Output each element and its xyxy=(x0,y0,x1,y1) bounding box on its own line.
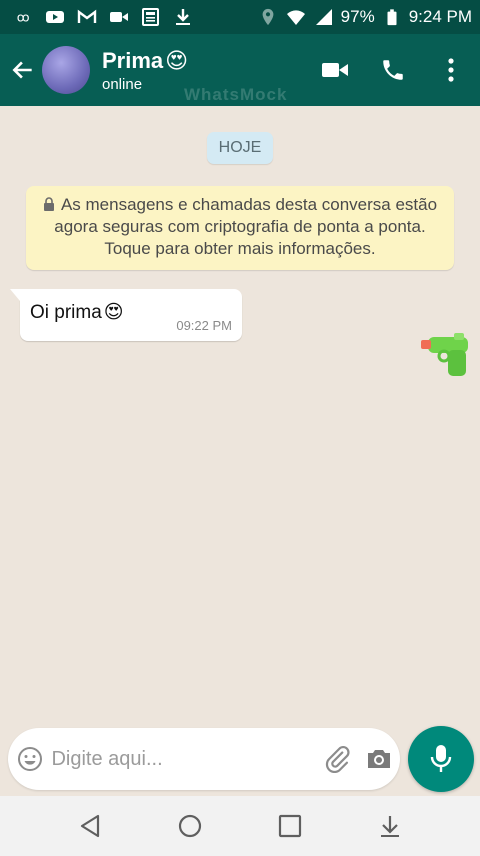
status-time: 9:24 PM xyxy=(408,7,472,26)
location-icon xyxy=(257,7,279,27)
back-icon xyxy=(80,814,100,838)
video-camera-icon xyxy=(322,63,348,77)
message-bubble[interactable]: Oi prima 😍 09:22 PM xyxy=(10,289,242,341)
video-icon xyxy=(108,7,130,27)
watermark: WhatsMock xyxy=(184,85,288,104)
nav-home-button[interactable] xyxy=(160,796,220,856)
message-composer xyxy=(8,728,400,790)
status-left-icons: ꝏ xyxy=(12,7,194,27)
avatar[interactable] xyxy=(42,46,90,94)
voice-call-button[interactable] xyxy=(364,34,422,106)
encryption-notice[interactable]: As mensagens e chamadas desta conversa e… xyxy=(26,186,454,270)
contact-name-text: Prima xyxy=(102,47,164,73)
camera-button[interactable] xyxy=(358,728,400,790)
battery-icon xyxy=(381,7,403,27)
svg-text:ꝏ: ꝏ xyxy=(17,10,30,25)
video-call-button[interactable] xyxy=(306,34,364,106)
encryption-notice-text: As mensagens e chamadas desta conversa e… xyxy=(54,195,438,258)
battery-percent: 97% xyxy=(340,7,375,26)
voice-record-button[interactable] xyxy=(408,726,474,792)
message-input[interactable] xyxy=(51,739,317,779)
heart-eyes-emoji: 😍 xyxy=(165,47,189,73)
microphone-icon xyxy=(430,745,452,772)
download-icon xyxy=(172,7,194,27)
header-actions xyxy=(306,34,480,106)
more-options-button[interactable] xyxy=(422,34,480,106)
news-icon xyxy=(140,7,162,27)
nav-back-button[interactable] xyxy=(60,796,120,856)
notification-shade-icon xyxy=(381,816,399,837)
message-time: 09:22 PM xyxy=(176,318,232,333)
nav-notifications-button[interactable] xyxy=(360,796,420,856)
contact-name: Prima 😍 xyxy=(102,48,188,74)
contact-status: online xyxy=(102,75,143,93)
home-icon xyxy=(178,814,202,838)
status-bar: ꝏ 97% 9:24 PM xyxy=(0,0,480,34)
attach-button[interactable] xyxy=(316,728,358,790)
emoji-smiley-icon xyxy=(17,747,42,771)
signal-icon xyxy=(313,7,335,27)
recents-icon xyxy=(278,814,302,838)
message-body: Oi prima xyxy=(30,301,102,323)
back-arrow-icon xyxy=(12,61,32,79)
chat-area[interactable]: HOJE As mensagens e chamadas desta conve… xyxy=(0,106,480,796)
paperclip-icon xyxy=(326,745,350,773)
camera-icon xyxy=(368,750,391,768)
water-gun-icon xyxy=(421,333,468,376)
system-navigation-bar xyxy=(0,796,480,856)
contact-info[interactable]: Prima 😍 online xyxy=(102,48,188,93)
message-text: Oi prima 😍 xyxy=(30,301,124,324)
nav-recents-button[interactable] xyxy=(260,796,320,856)
heart-eyes-emoji: 😍 xyxy=(103,302,124,323)
lock-icon xyxy=(43,197,54,211)
wifi-icon xyxy=(285,7,307,27)
gmail-icon xyxy=(76,7,98,27)
phone-icon xyxy=(383,60,403,80)
emoji-button[interactable] xyxy=(8,728,51,790)
youtube-icon xyxy=(44,7,66,27)
more-vert-icon xyxy=(448,58,454,82)
status-right-icons: 97% 9:24 PM xyxy=(257,7,472,27)
back-button[interactable] xyxy=(4,34,42,106)
date-chip: HOJE xyxy=(207,132,273,164)
sim-icon: ꝏ xyxy=(12,7,34,27)
chat-header: Prima 😍 online WhatsMock xyxy=(0,34,480,106)
